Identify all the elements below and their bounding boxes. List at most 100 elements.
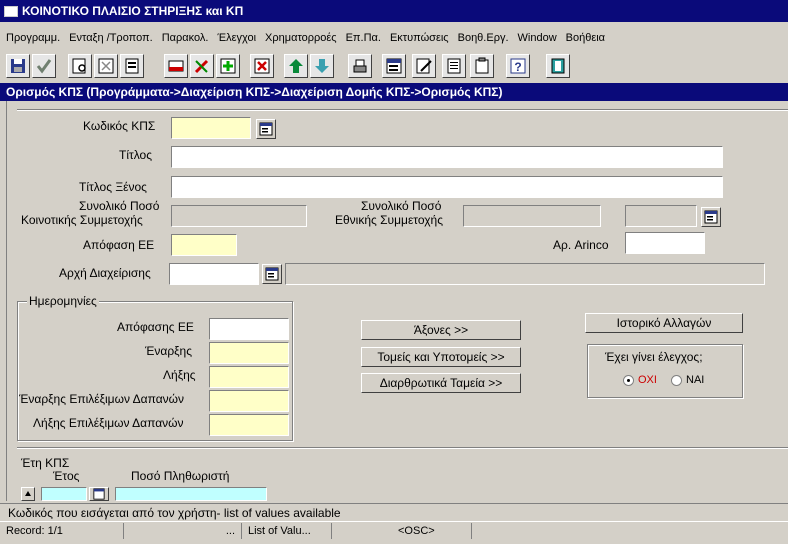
- structural-funds-button[interactable]: Διαρθρωτικά Ταμεία >>: [361, 373, 521, 393]
- management-authority-lov-button[interactable]: [262, 264, 282, 284]
- management-authority-label: Αρχή Διαχείρισης: [59, 266, 151, 280]
- list-of-values-icon: [265, 267, 279, 281]
- clipboard-button[interactable]: [470, 54, 494, 78]
- radio-yes[interactable]: [671, 374, 682, 386]
- pen-icon: [416, 58, 432, 74]
- help-button[interactable]: ?: [506, 54, 530, 78]
- radio-no-label: ΟΧΙ: [638, 374, 657, 386]
- year-input[interactable]: [41, 487, 87, 501]
- osc-indicator: <OSC>: [392, 522, 472, 539]
- window-title-bar: ΚΟΙΝΟΤΙΚΟ ΠΛΑΙΣΙΟ ΣΤΗΡΙΞΗΣ και ΚΠ: [0, 0, 788, 22]
- accept-button[interactable]: [32, 54, 56, 78]
- extra-lov-button[interactable]: [701, 207, 721, 227]
- foreign-title-label: Τίτλος Ξένος: [79, 180, 147, 194]
- menu-cashflows[interactable]: Χρηματορροές: [265, 32, 337, 44]
- arrow-up-icon: [289, 59, 303, 73]
- exit-button[interactable]: [546, 54, 570, 78]
- print-button[interactable]: [348, 54, 372, 78]
- eligible-end-input[interactable]: [209, 414, 289, 436]
- scroll-up-button[interactable]: [21, 487, 35, 501]
- menu-programs[interactable]: Προγραμμ.: [6, 32, 60, 44]
- dates-ee-decision-input[interactable]: [209, 318, 289, 340]
- title-input[interactable]: [171, 146, 723, 168]
- radio-no[interactable]: [623, 374, 634, 386]
- enter-query-button[interactable]: [68, 54, 92, 78]
- menu-window[interactable]: Window: [518, 32, 557, 44]
- status-bar: Record: 1/1 ... List of Valu... <OSC>: [0, 521, 788, 539]
- next-record-button[interactable]: [310, 54, 334, 78]
- printer-icon: [353, 59, 367, 73]
- start-date-label: Έναρξης: [145, 344, 193, 358]
- ee-decision-label: Απόφαση ΕΕ: [83, 238, 155, 252]
- check-icon: [36, 59, 52, 74]
- records-icon: [125, 58, 139, 74]
- menu-printouts[interactable]: Εκτυπώσεις: [390, 32, 449, 44]
- kps-code-label: Κωδικός ΚΠΣ: [83, 119, 156, 133]
- save-icon: [11, 59, 25, 73]
- total-national-amount-field: [463, 205, 601, 227]
- total-national-label-line2: Εθνικής Συμμετοχής: [335, 213, 443, 227]
- kps-code-input[interactable]: [171, 117, 251, 139]
- status-dots: ...: [124, 522, 242, 539]
- foreign-title-input[interactable]: [171, 176, 723, 198]
- menu-help[interactable]: Βοήθεια: [566, 32, 605, 44]
- checked-yes-option[interactable]: ΝΑΙ: [671, 374, 704, 386]
- ee-decision-input[interactable]: [171, 234, 237, 256]
- year-lov-button[interactable]: [89, 487, 109, 501]
- total-eu-amount-field: [171, 205, 307, 227]
- list-button[interactable]: [382, 54, 406, 78]
- document-icon: [447, 58, 461, 74]
- clear-query-button[interactable]: [94, 54, 118, 78]
- start-date-input[interactable]: [209, 342, 289, 364]
- arinco-input[interactable]: [625, 232, 705, 254]
- add-record-button[interactable]: [216, 54, 240, 78]
- end-date-input[interactable]: [209, 366, 289, 388]
- checked-label: Έχει γίνει έλεγχος;: [605, 350, 703, 364]
- menu-aux-work[interactable]: Βοηθ.Εργ.: [458, 32, 509, 44]
- edit-button[interactable]: [190, 54, 214, 78]
- end-date-label: Λήξης: [163, 368, 196, 382]
- print-form-button[interactable]: [164, 54, 188, 78]
- list-of-values-icon: [704, 210, 718, 224]
- management-authority-code-input[interactable]: [169, 263, 259, 285]
- previous-record-button[interactable]: [284, 54, 308, 78]
- years-legend: Έτη ΚΠΣ: [21, 456, 70, 470]
- spacer-cell: [332, 523, 392, 539]
- arrow-up-icon: [25, 491, 31, 496]
- hint-bar: Κωδικός που εισάγεται από τον χρήστη- li…: [0, 503, 788, 521]
- checked-no-option[interactable]: ΟΧΙ: [623, 374, 657, 386]
- title-label: Τίτλος: [119, 148, 153, 162]
- menu-ep-pa[interactable]: Επ.Πα.: [346, 32, 381, 44]
- total-national-label-line1: Συνολικό Ποσό: [361, 199, 442, 213]
- record-indicator: Record: 1/1: [0, 522, 124, 539]
- delete-record-button[interactable]: [250, 54, 274, 78]
- clear-query-icon: [98, 58, 114, 74]
- add-record-icon: [220, 58, 236, 74]
- window-icon: [4, 5, 18, 17]
- edit-icon: [194, 59, 209, 74]
- menu-checks[interactable]: Έλεγχοι: [217, 32, 256, 44]
- eligible-start-input[interactable]: [209, 390, 289, 412]
- change-history-button[interactable]: Ιστορικό Αλλαγών: [585, 313, 743, 333]
- eligible-end-label: Λήξης Επιλέξιμων Δαπανών: [33, 416, 184, 430]
- total-eu-label-line1: Συνολικό Ποσό: [79, 199, 160, 213]
- help-icon: ?: [510, 58, 526, 74]
- document-button[interactable]: [442, 54, 466, 78]
- sectors-button[interactable]: Τομείς και Υποτομείς >>: [361, 347, 521, 367]
- print-form-icon: [168, 60, 184, 72]
- menu-inclusion[interactable]: Ενταξη /Τροποπ.: [69, 32, 153, 44]
- amount-input[interactable]: [115, 487, 267, 501]
- form-canvas: Κωδικός ΚΠΣ Τίτλος Τίτλος Ξένος Συνολικό…: [6, 101, 788, 501]
- axes-button[interactable]: Άξονες >>: [361, 320, 521, 340]
- extra-amount-field: [625, 205, 697, 227]
- clipboard-icon: [475, 57, 489, 74]
- menu-monitoring[interactable]: Παρακολ.: [162, 32, 209, 44]
- records-button[interactable]: [120, 54, 144, 78]
- dates-ee-decision-label: Απόφασης ΕΕ: [117, 320, 194, 334]
- pen-button[interactable]: [412, 54, 436, 78]
- arrow-down-icon: [315, 59, 329, 73]
- eligible-start-label: Έναρξης Επιλέξιμων Δαπανών: [19, 392, 184, 406]
- lov-indicator: List of Valu...: [242, 522, 332, 539]
- save-button[interactable]: [6, 54, 30, 78]
- kps-code-lov-button[interactable]: [256, 119, 276, 139]
